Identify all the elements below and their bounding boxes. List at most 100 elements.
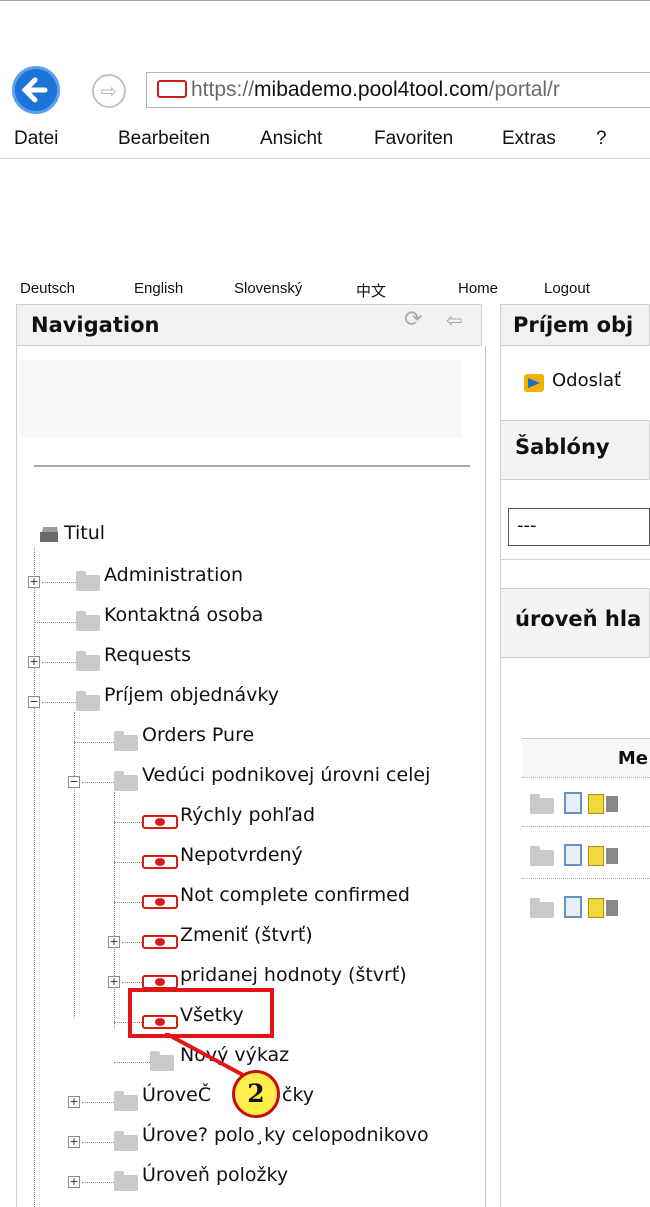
table-row[interactable] <box>530 896 650 920</box>
table-row[interactable] <box>530 844 650 868</box>
pool4tool-icon <box>142 975 178 989</box>
tree-line <box>82 1142 118 1143</box>
refresh-icon[interactable]: ⟳ <box>404 307 422 332</box>
tree-item-change-quarter[interactable]: Zmeniť (štvrť) <box>180 924 313 946</box>
menu-bar: Datei Bearbeiten Ansicht Favoriten Extra… <box>0 124 650 154</box>
templates-title: Šablóny <box>515 435 610 459</box>
tree-root-label[interactable]: Titul <box>64 522 105 544</box>
expand-icon[interactable]: + <box>68 1176 80 1188</box>
address-bar[interactable]: https://mibademo.pool4tool.com/portal/r <box>146 72 650 108</box>
site-icon <box>157 80 187 98</box>
menu-bearbeiten[interactable]: Bearbeiten <box>118 128 210 150</box>
lang-english[interactable]: English <box>134 280 183 297</box>
tree-line <box>114 862 142 863</box>
menu-divider <box>0 158 650 159</box>
col-header-me: Me <box>617 748 648 769</box>
level-section: úroveň hla <box>500 588 650 658</box>
notes-icon[interactable] <box>588 898 604 918</box>
pool4tool-icon <box>142 895 178 909</box>
folder-icon <box>114 1091 138 1111</box>
tree-line <box>42 582 80 583</box>
tree-item-unconfirmed[interactable]: Nepotvrdený <box>180 844 303 866</box>
lang-slovensky[interactable]: Slovenský <box>234 280 302 297</box>
expand-icon[interactable]: + <box>28 656 40 668</box>
logout-link[interactable]: Logout <box>544 280 590 297</box>
expand-icon[interactable]: + <box>68 1136 80 1148</box>
templates-section: Šablóny <box>500 420 650 480</box>
tree-line <box>122 942 142 943</box>
menu-help[interactable]: ? <box>596 128 607 150</box>
url-path: /portal/r <box>488 78 560 101</box>
tree-item-quick-view[interactable]: Rýchly pohľad <box>180 804 315 826</box>
send-label[interactable]: Odoslať <box>552 370 621 391</box>
lang-chinese[interactable]: 中文 <box>356 280 386 301</box>
back-button[interactable] <box>12 66 60 114</box>
folder-icon <box>530 846 554 866</box>
tree-item-order-receipt[interactable]: Príjem objednávky <box>104 684 279 706</box>
pool4tool-icon <box>142 935 178 949</box>
word-icon[interactable] <box>564 792 582 814</box>
home-link[interactable]: Home <box>458 280 498 297</box>
folder-icon <box>76 611 100 631</box>
level-title: úroveň hla <box>515 607 642 631</box>
tree-item-level-a[interactable]: ÚroveČ <box>142 1084 211 1106</box>
folder-icon <box>114 731 138 751</box>
menu-datei[interactable]: Datei <box>14 128 58 150</box>
table-row[interactable] <box>530 792 650 816</box>
tree-item-administration[interactable]: Administration <box>104 564 243 586</box>
notes-icon[interactable] <box>588 794 604 814</box>
expand-icon[interactable]: + <box>108 936 120 948</box>
folder-icon <box>114 1131 138 1151</box>
forward-arrow-icon: ⇨ <box>100 79 118 103</box>
tree-line <box>74 712 75 1018</box>
collapse-icon[interactable]: ⇦ <box>446 308 463 332</box>
cabinet-icon <box>40 527 58 542</box>
word-icon[interactable] <box>564 896 582 918</box>
tree-item-level-a-suffix: čky <box>282 1084 315 1106</box>
callout-number: 2 <box>247 1079 265 1108</box>
tree-line <box>114 822 142 823</box>
right-panel-title: Príjem obj <box>513 313 634 337</box>
highlight-box <box>128 988 274 1038</box>
templates-select-value: --- <box>517 515 537 536</box>
tree-line <box>82 1182 118 1183</box>
folder-icon <box>76 691 100 711</box>
menu-ansicht[interactable]: Ansicht <box>260 128 322 150</box>
expand-icon[interactable]: + <box>68 1096 80 1108</box>
tree-line <box>42 702 80 703</box>
navigation-filter-area <box>20 360 462 438</box>
collapse-tree-icon[interactable]: − <box>68 776 80 788</box>
lang-deutsch[interactable]: Deutsch <box>20 280 75 297</box>
tree-line <box>74 742 118 743</box>
url-prefix: https:// <box>191 78 255 101</box>
tree-item-contact[interactable]: Kontaktná osoba <box>104 604 263 626</box>
pool4tool-icon <box>142 855 178 869</box>
menu-favoriten[interactable]: Favoriten <box>374 128 453 150</box>
tree-item-orders-pure[interactable]: Orders Pure <box>142 724 254 746</box>
folder-icon <box>530 898 554 918</box>
tree-line <box>82 1102 118 1103</box>
tree-item-added-value[interactable]: pridanej hodnoty (štvrť) <box>180 964 407 986</box>
notes-icon[interactable] <box>588 846 604 866</box>
expand-icon[interactable]: + <box>28 576 40 588</box>
tree-item-requests[interactable]: Requests <box>104 644 191 666</box>
right-panel-header: Príjem obj <box>500 304 650 346</box>
collapse-tree-icon[interactable]: − <box>28 696 40 708</box>
tree-line <box>82 782 118 783</box>
row-divider <box>522 826 650 827</box>
menu-extras[interactable]: Extras <box>502 128 556 150</box>
forward-button[interactable]: ⇨ <box>92 74 126 108</box>
tree-line <box>42 662 80 663</box>
tree-line <box>34 548 35 1207</box>
tree-item-item-level[interactable]: Úroveň položky <box>142 1164 288 1186</box>
url-domain: mibademo.pool4tool.com <box>254 78 489 101</box>
send-icon[interactable] <box>522 370 548 394</box>
expand-icon[interactable]: + <box>108 976 120 988</box>
tree-item-level-b[interactable]: Úrove? polo¸ky celopodnikovo <box>142 1124 429 1146</box>
tree-item-manager[interactable]: Vedúci podnikovej úrovni celej <box>142 764 430 786</box>
navigation-title: Navigation <box>31 313 160 337</box>
table-header: Me <box>522 738 650 778</box>
word-icon[interactable] <box>564 844 582 866</box>
templates-select[interactable]: --- <box>508 508 650 546</box>
tree-item-not-complete[interactable]: Not complete confirmed <box>180 884 410 906</box>
